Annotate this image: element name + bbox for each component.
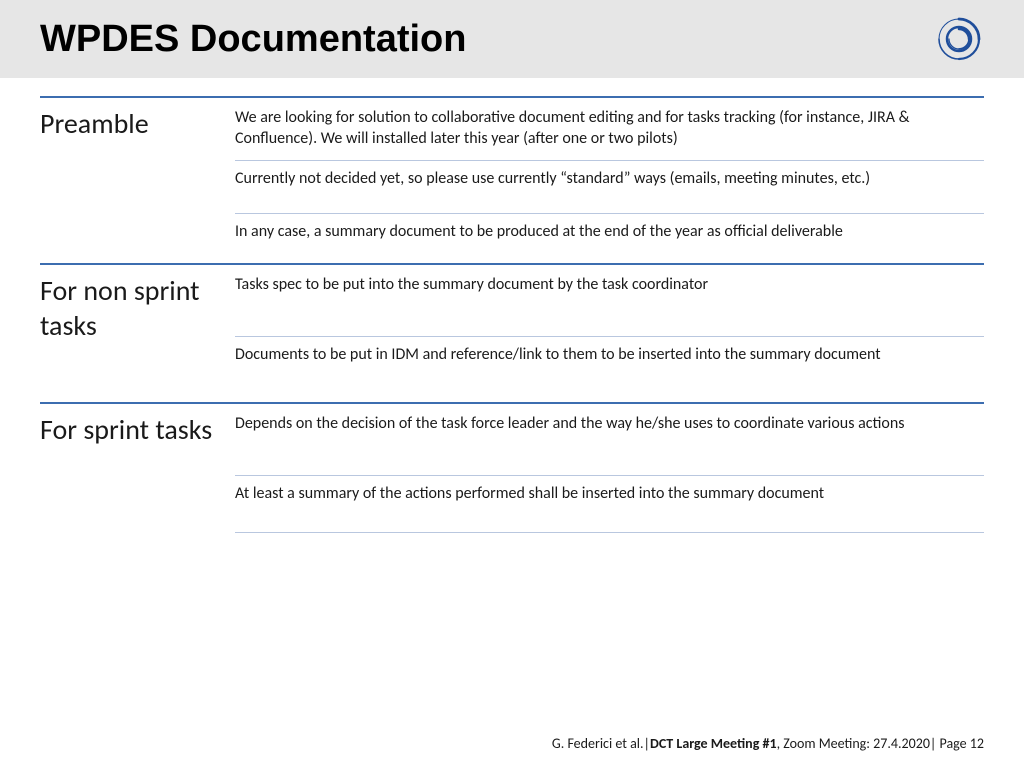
body-text: Depends on the decision of the task forc… (235, 410, 984, 441)
section-label: For non sprint tasks (40, 265, 235, 343)
footer-meeting-rest: , Zoom Meeting: 27.4.2020 (777, 735, 930, 752)
footer-page-num: 12 (970, 735, 984, 752)
body-text: At least a summary of the actions perfor… (235, 480, 984, 511)
page-title: WPDES Documentation (40, 18, 466, 61)
slide-header: WPDES Documentation (0, 0, 1024, 78)
section-body: Tasks spec to be put into the summary do… (235, 265, 984, 402)
body-text: Tasks spec to be put into the summary do… (235, 271, 984, 302)
section-label: Preamble (40, 98, 235, 141)
section-body: Depends on the decision of the task forc… (235, 404, 984, 538)
section-sprint: For sprint tasks Depends on the decision… (40, 402, 984, 538)
footer-page-label: Page (940, 735, 967, 752)
footer-author: G. Federici et al. (552, 735, 644, 752)
slide-body: Preamble We are looking for solution to … (0, 78, 1024, 537)
section-preamble: Preamble We are looking for solution to … (40, 96, 984, 263)
body-text: Currently not decided yet, so please use… (235, 165, 984, 196)
divider (235, 475, 984, 476)
body-text: In any case, a summary document to be pr… (235, 218, 984, 249)
slide-footer: G. Federici et al.|DCT Large Meeting #1,… (552, 735, 984, 752)
divider (235, 213, 984, 214)
divider (235, 336, 984, 337)
divider (235, 160, 984, 161)
body-text: We are looking for solution to collabora… (235, 104, 984, 156)
section-body: We are looking for solution to collabora… (235, 98, 984, 263)
section-label: For sprint tasks (40, 404, 235, 447)
divider (235, 532, 984, 533)
body-text: Documents to be put in IDM and reference… (235, 341, 984, 372)
eurofusion-logo-icon (934, 14, 984, 64)
footer-meeting-bold: DCT Large Meeting #1 (650, 735, 777, 752)
section-non-sprint: For non sprint tasks Tasks spec to be pu… (40, 263, 984, 402)
